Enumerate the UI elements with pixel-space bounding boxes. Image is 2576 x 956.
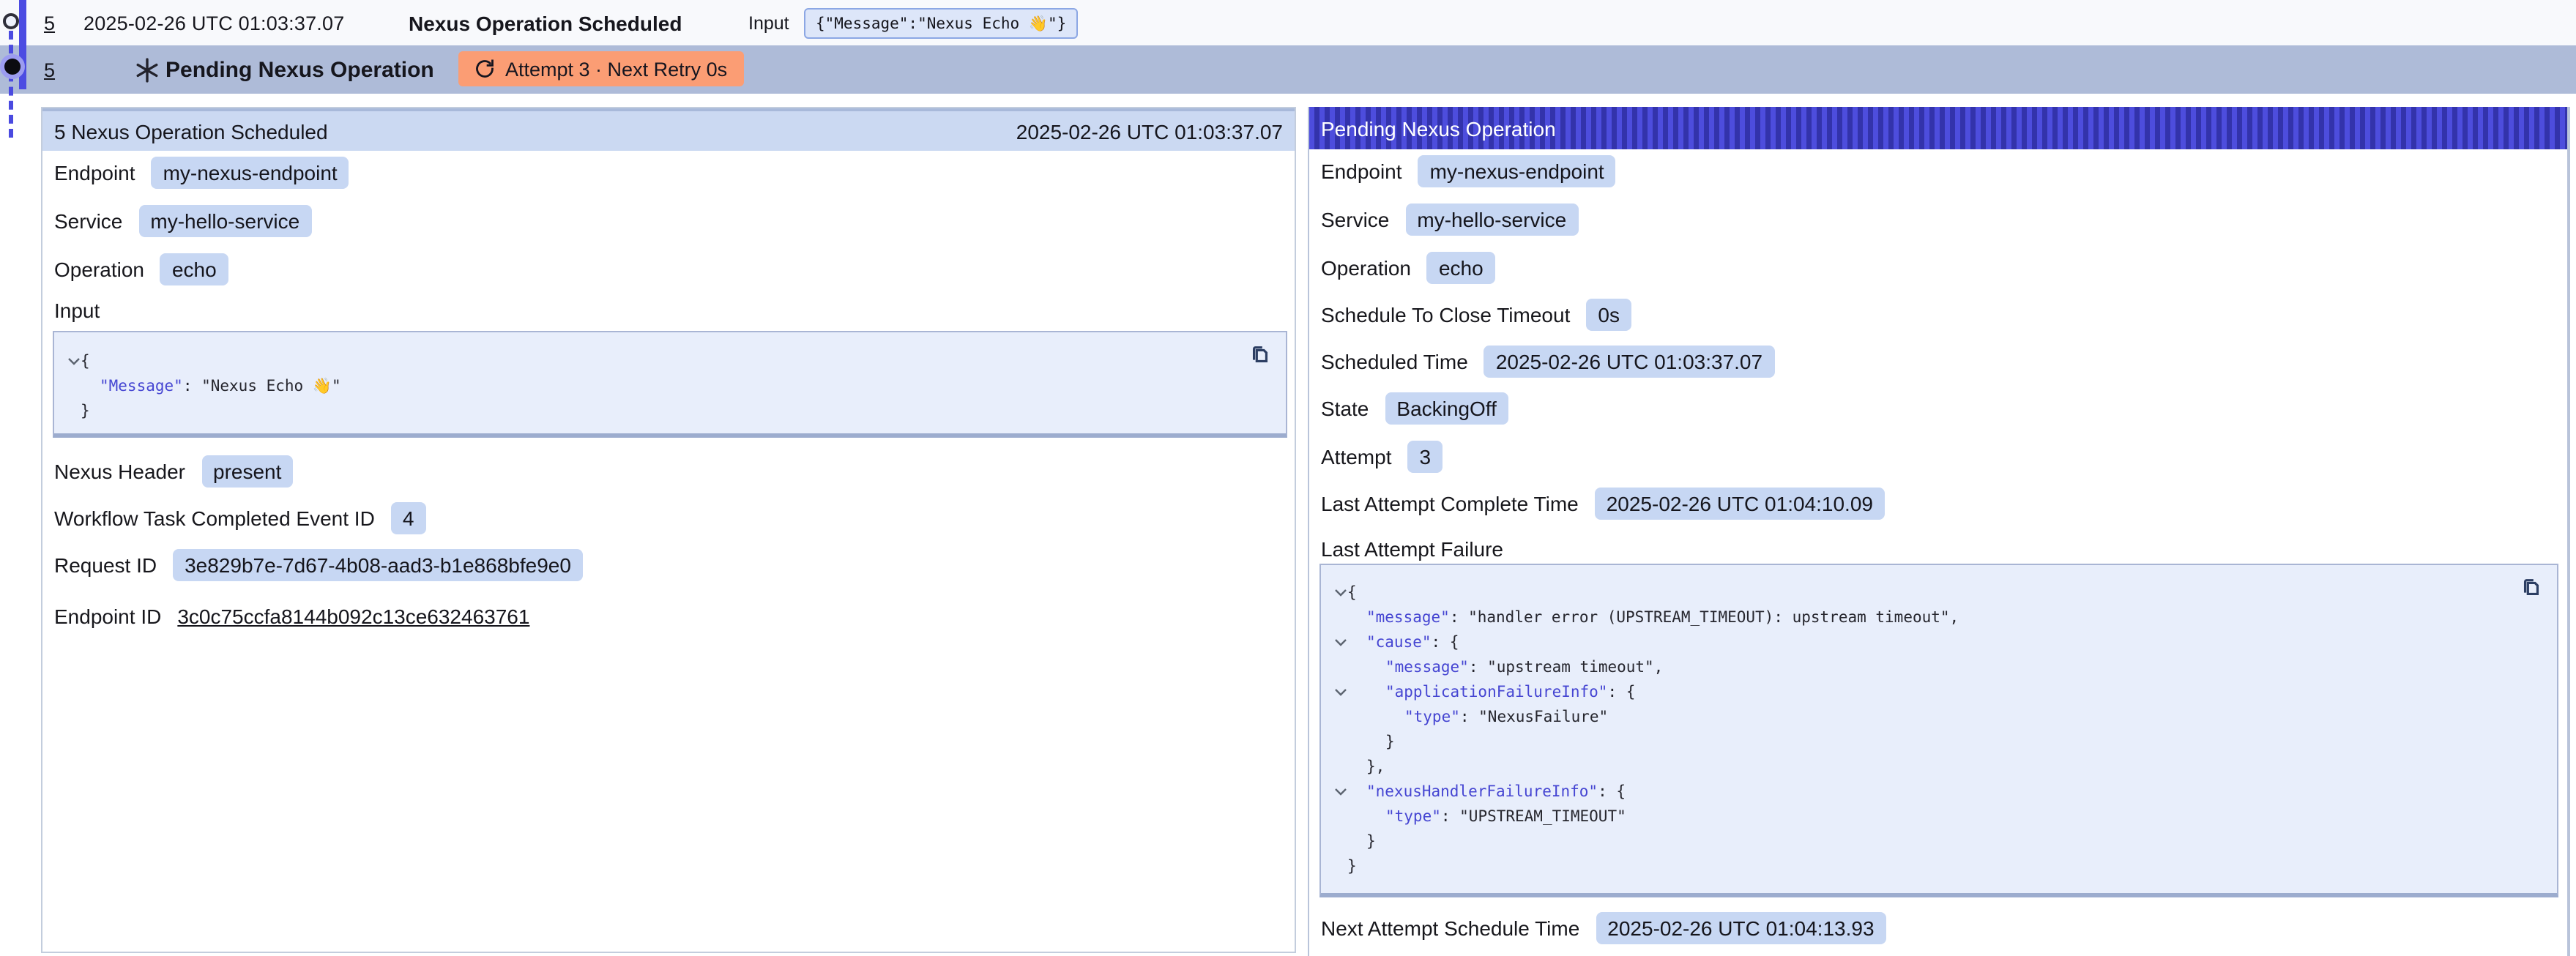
event-input-label: Input: [748, 12, 789, 33]
field-row-service: Service my-hello-service: [54, 203, 311, 237]
pending-asterisk-icon: [135, 57, 160, 82]
retry-attempt-badge: Attempt 3 · Next Retry 0s: [458, 51, 743, 86]
timeline-active-bar: [19, 0, 26, 89]
copy-icon: [1249, 343, 1271, 365]
field-row-operation: Operation echo: [54, 252, 228, 285]
field-row-last-attempt-complete-time: Last Attempt Complete Time 2025-02-26 UT…: [1321, 486, 1885, 520]
field-label: Endpoint: [1321, 159, 1402, 182]
field-value-chip: 2025-02-26 UTC 01:03:37.07: [1484, 345, 1774, 377]
event-title: Nexus Operation Scheduled: [409, 11, 682, 34]
field-row-next-attempt-schedule-time: Next Attempt Schedule Time 2025-02-26 UT…: [1321, 911, 1886, 944]
field-label: Service: [54, 209, 122, 232]
retry-icon: [474, 59, 495, 79]
event-panel-header: 5 Nexus Operation Scheduled 2025-02-26 U…: [42, 108, 1295, 151]
input-section-label: Input: [54, 293, 100, 326]
field-row-endpoint-id: Endpoint ID 3c0c75ccfa8144b092c13ce63246…: [54, 599, 529, 632]
workflow-history-screen: 5 2025-02-26 UTC 01:03:37.07 Nexus Opera…: [0, 0, 2576, 956]
field-label: Next Attempt Schedule Time: [1321, 916, 1579, 939]
event-panel-title: 5 Nexus Operation Scheduled: [54, 119, 328, 143]
history-row-event[interactable]: 5 2025-02-26 UTC 01:03:37.07 Nexus Opera…: [0, 0, 2576, 45]
failure-section-label: Last Attempt Failure: [1321, 531, 1503, 565]
field-value-chip: my-hello-service: [1405, 203, 1578, 235]
timeline-dashed-line: [9, 31, 13, 138]
field-label: Operation: [1321, 255, 1411, 279]
event-panel-timestamp: 2025-02-26 UTC 01:03:37.07: [1016, 119, 1283, 143]
field-value-chip: echo: [1427, 251, 1495, 283]
event-timestamp: 2025-02-26 UTC 01:03:37.07: [83, 12, 344, 34]
field-label: Last Attempt Complete Time: [1321, 491, 1579, 515]
field-value-chip: 4: [391, 501, 426, 534]
field-value-chip: my-nexus-endpoint: [152, 156, 349, 188]
endpoint-id-link[interactable]: 3c0c75ccfa8144b092c13ce632463761: [177, 604, 529, 627]
history-row-pending-operation[interactable]: 5 Pending Nexus Operation Attempt 3 · Ne…: [0, 45, 2576, 94]
field-row-state: State BackingOff: [1321, 391, 1508, 425]
field-label: Workflow Task Completed Event ID: [54, 506, 375, 529]
pending-panel-title: Pending Nexus Operation: [1321, 116, 1556, 140]
field-row-endpoint: Endpoint my-nexus-endpoint: [1321, 154, 1616, 187]
event-input-preview-chip[interactable]: {"Message":"Nexus Echo 👋"}: [804, 7, 1078, 38]
field-row-request-id: Request ID 3e829b7e-7d67-4b08-aad3-b1e86…: [54, 548, 583, 581]
pending-title: Pending Nexus Operation: [165, 57, 434, 82]
collapse-chevron-icon[interactable]: [1321, 687, 1347, 696]
field-label: Endpoint: [54, 160, 135, 184]
last-attempt-failure-json-block: {"message": "handler error (UPSTREAM_TIM…: [1319, 564, 2558, 897]
event-id-link[interactable]: 5: [44, 12, 55, 34]
field-label: Request ID: [54, 553, 157, 576]
failure-json-lines: {"message": "handler error (UPSTREAM_TIM…: [1321, 580, 2557, 878]
input-json-lines: {"Message": "Nexus Echo 👋"}: [54, 348, 1286, 423]
field-row-workflow-task-completed-event-id: Workflow Task Completed Event ID 4: [54, 501, 425, 534]
collapse-chevron-icon[interactable]: [1321, 787, 1347, 796]
field-value-chip: 2025-02-26 UTC 01:04:10.09: [1595, 487, 1885, 519]
timeline-selected-dot: [4, 59, 21, 75]
field-value-chip: 3e829b7e-7d67-4b08-aad3-b1e868bfe9e0: [173, 548, 583, 580]
field-row-attempt: Attempt 3: [1321, 439, 1443, 473]
field-value-chip: 3: [1408, 440, 1443, 472]
state-badge: BackingOff: [1385, 392, 1508, 424]
field-value-chip: echo: [160, 253, 228, 285]
copy-input-button[interactable]: [1249, 343, 1273, 366]
field-row-schedule-to-close-timeout: Schedule To Close Timeout 0s: [1321, 297, 1631, 331]
field-row-endpoint: Endpoint my-nexus-endpoint: [54, 155, 349, 189]
field-value-chip: my-nexus-endpoint: [1418, 154, 1616, 187]
field-row-nexus-header: Nexus Header present: [54, 454, 293, 488]
timeline-open-dot: [3, 13, 19, 29]
field-value-chip: present: [201, 455, 293, 487]
field-label: Service: [1321, 207, 1389, 231]
collapse-chevron-icon[interactable]: [1321, 638, 1347, 646]
field-label: Schedule To Close Timeout: [1321, 302, 1570, 326]
field-label: Operation: [54, 257, 144, 280]
field-row-service: Service my-hello-service: [1321, 202, 1578, 236]
collapse-chevron-icon[interactable]: [54, 356, 81, 365]
collapse-chevron-icon[interactable]: [1321, 588, 1347, 597]
pending-id-link[interactable]: 5: [44, 59, 55, 81]
field-value-chip: 2025-02-26 UTC 01:04:13.93: [1596, 911, 1886, 944]
copy-icon: [2520, 576, 2542, 598]
pending-panel-header: Pending Nexus Operation: [1309, 107, 2567, 149]
field-value-chip: 0s: [1586, 298, 1631, 330]
field-label: Endpoint ID: [54, 604, 161, 627]
field-label: State: [1321, 396, 1369, 419]
retry-badge-text: Attempt 3 · Next Retry 0s: [505, 58, 727, 80]
pending-operation-panel: Pending Nexus Operation Endpoint my-nexu…: [1308, 107, 2570, 956]
field-value-chip: my-hello-service: [138, 204, 311, 236]
field-row-operation: Operation echo: [1321, 250, 1495, 284]
copy-failure-button[interactable]: [2520, 575, 2544, 599]
field-label: Attempt: [1321, 444, 1392, 468]
field-label: Nexus Header: [54, 459, 185, 482]
input-json-block: {"Message": "Nexus Echo 👋"}: [53, 331, 1287, 438]
field-row-scheduled-time: Scheduled Time 2025-02-26 UTC 01:03:37.0…: [1321, 344, 1774, 378]
field-label: Scheduled Time: [1321, 349, 1468, 373]
event-detail-panel: 5 Nexus Operation Scheduled 2025-02-26 U…: [41, 107, 1296, 953]
